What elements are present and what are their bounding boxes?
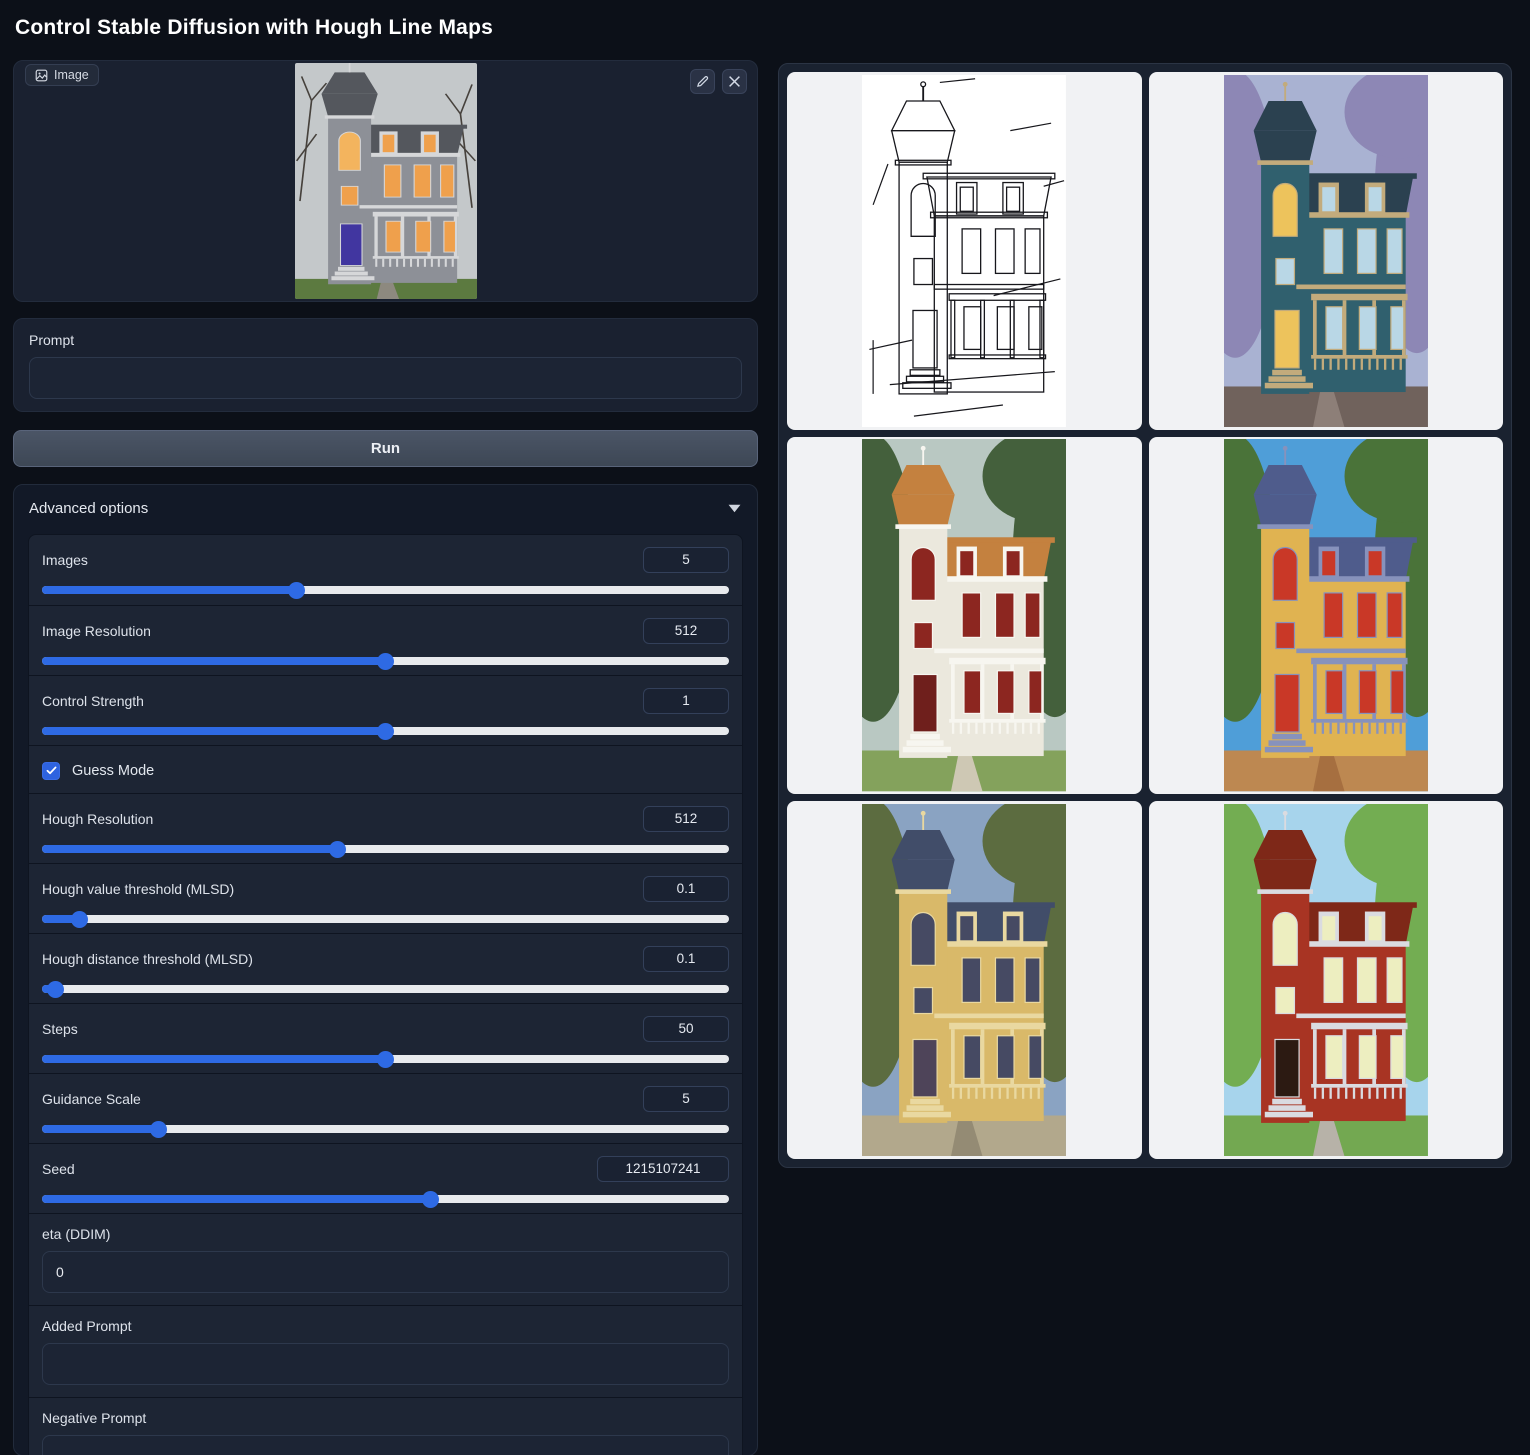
hough-value-threshold-label: Hough value threshold (MLSD) xyxy=(42,881,234,897)
images-label: Images xyxy=(42,552,88,568)
advanced-options-panel: Advanced options Images 5 xyxy=(13,484,758,1455)
images-slider[interactable] xyxy=(42,586,729,594)
controls-column: Image Prompt xyxy=(13,60,758,1455)
chevron-down-icon xyxy=(728,504,741,513)
steps-label: Steps xyxy=(42,1021,78,1037)
hough-resolution-value-input[interactable]: 512 xyxy=(643,806,729,832)
image-resolution-label: Image Resolution xyxy=(42,623,151,639)
image-icon xyxy=(35,69,48,82)
hough-distance-threshold-label: Hough distance threshold (MLSD) xyxy=(42,951,253,967)
gallery-item-5[interactable] xyxy=(1149,801,1504,1159)
control-strength-label: Control Strength xyxy=(42,693,144,709)
generated-house-image-4 xyxy=(862,804,1066,1156)
seed-slider[interactable] xyxy=(42,1195,729,1203)
guidance-scale-slider[interactable] xyxy=(42,1125,729,1133)
guidance-scale-value-input[interactable]: 5 xyxy=(643,1086,729,1112)
hough-line-map-image xyxy=(862,75,1066,427)
edit-image-button[interactable] xyxy=(690,69,715,94)
hough-distance-threshold-slider[interactable] xyxy=(42,985,729,993)
hough-value-threshold-block: Hough value threshold (MLSD) 0.1 xyxy=(29,863,742,933)
page-title: Control Stable Diffusion with Hough Line… xyxy=(15,16,493,40)
prompt-label: Prompt xyxy=(29,332,742,348)
eta-ddim-label: eta (DDIM) xyxy=(42,1226,729,1242)
close-icon xyxy=(728,75,741,88)
advanced-options-form: Images 5 Image Resolution 512 xyxy=(28,534,743,1455)
slider-handle[interactable] xyxy=(329,841,346,858)
negative-prompt-block: Negative Prompt xyxy=(29,1397,742,1455)
image-badge: Image xyxy=(25,64,99,86)
image-badge-label: Image xyxy=(54,68,89,82)
guess-mode-row[interactable]: Guess Mode xyxy=(29,745,742,793)
slider-handle[interactable] xyxy=(377,1051,394,1068)
eta-ddim-block: eta (DDIM) 0 xyxy=(29,1213,742,1305)
generated-house-image-3 xyxy=(1224,439,1428,791)
control-strength-value-input[interactable]: 1 xyxy=(643,688,729,714)
hough-value-threshold-slider[interactable] xyxy=(42,915,729,923)
added-prompt-input[interactable] xyxy=(42,1343,729,1385)
result-gallery xyxy=(778,63,1512,1168)
seed-value-input[interactable]: 1215107241 xyxy=(597,1156,729,1182)
image-resolution-slider[interactable] xyxy=(42,657,729,665)
images-block: Images 5 xyxy=(29,535,742,605)
images-value-input[interactable]: 5 xyxy=(643,547,729,573)
gallery-item-4[interactable] xyxy=(787,801,1142,1159)
run-button[interactable]: Run xyxy=(13,430,758,467)
uploaded-house-photo xyxy=(295,63,477,299)
image-toolbar xyxy=(690,69,747,94)
hough-distance-threshold-input[interactable]: 0.1 xyxy=(643,946,729,972)
added-prompt-block: Added Prompt xyxy=(29,1305,742,1397)
added-prompt-label: Added Prompt xyxy=(42,1318,729,1334)
seed-block: Seed 1215107241 xyxy=(29,1143,742,1213)
negative-prompt-input[interactable] xyxy=(42,1435,729,1455)
guidance-scale-block: Guidance Scale 5 xyxy=(29,1073,742,1143)
guess-mode-checkbox[interactable] xyxy=(42,762,60,780)
slider-handle[interactable] xyxy=(377,723,394,740)
gallery-item-hough-map[interactable] xyxy=(787,72,1142,430)
hough-resolution-slider[interactable] xyxy=(42,845,729,853)
slider-handle[interactable] xyxy=(422,1191,439,1208)
guess-mode-label: Guess Mode xyxy=(72,763,154,779)
seed-label: Seed xyxy=(42,1161,75,1177)
slider-handle[interactable] xyxy=(288,582,305,599)
prompt-group: Prompt xyxy=(13,318,758,412)
generated-house-image-5 xyxy=(1224,804,1428,1156)
advanced-options-title: Advanced options xyxy=(29,500,148,517)
slider-handle[interactable] xyxy=(150,1121,167,1138)
clear-image-button[interactable] xyxy=(722,69,747,94)
slider-handle[interactable] xyxy=(71,911,88,928)
advanced-options-header[interactable]: Advanced options xyxy=(14,485,757,531)
eta-ddim-input[interactable]: 0 xyxy=(42,1251,729,1293)
hough-resolution-block: Hough Resolution 512 xyxy=(29,793,742,863)
pencil-icon xyxy=(696,75,709,88)
guidance-scale-label: Guidance Scale xyxy=(42,1091,141,1107)
slider-handle[interactable] xyxy=(47,981,64,998)
gallery-item-3[interactable] xyxy=(1149,437,1504,795)
gallery-item-2[interactable] xyxy=(787,437,1142,795)
generated-house-image-2 xyxy=(862,439,1066,791)
hough-value-threshold-input[interactable]: 0.1 xyxy=(643,876,729,902)
generated-house-image-1 xyxy=(1224,75,1428,427)
image-resolution-block: Image Resolution 512 xyxy=(29,605,742,675)
negative-prompt-label: Negative Prompt xyxy=(42,1410,729,1426)
control-strength-block: Control Strength 1 xyxy=(29,675,742,745)
gallery-item-1[interactable] xyxy=(1149,72,1504,430)
image-upload[interactable]: Image xyxy=(13,60,758,302)
slider-handle[interactable] xyxy=(377,653,394,670)
steps-slider[interactable] xyxy=(42,1055,729,1063)
control-strength-slider[interactable] xyxy=(42,727,729,735)
image-resolution-value-input[interactable]: 512 xyxy=(643,618,729,644)
uploaded-image-wrap xyxy=(16,63,755,299)
hough-resolution-label: Hough Resolution xyxy=(42,811,153,827)
hough-distance-threshold-block: Hough distance threshold (MLSD) 0.1 xyxy=(29,933,742,1003)
check-icon xyxy=(46,766,57,775)
steps-value-input[interactable]: 50 xyxy=(643,1016,729,1042)
steps-block: Steps 50 xyxy=(29,1003,742,1073)
prompt-input[interactable] xyxy=(29,357,742,399)
